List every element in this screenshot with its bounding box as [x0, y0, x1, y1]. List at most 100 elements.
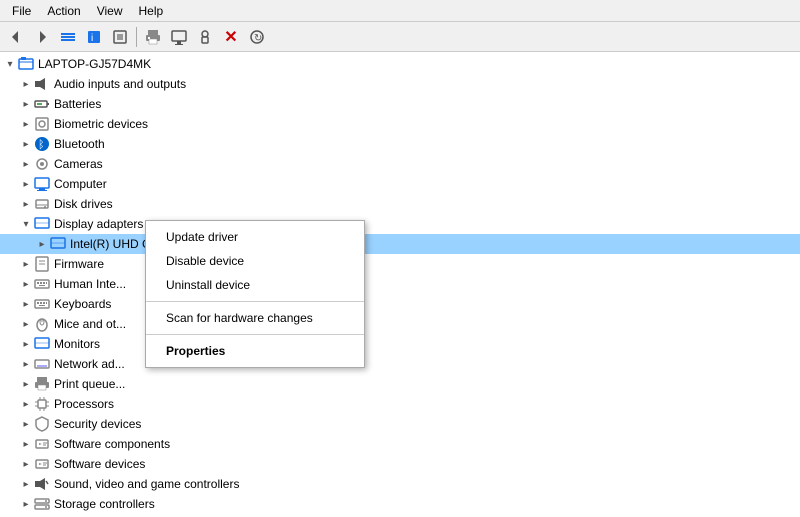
icon-monitors — [34, 336, 50, 352]
toolbar-forward[interactable] — [30, 25, 54, 49]
menu-view[interactable]: View — [89, 2, 131, 20]
tree-item-inteluhd[interactable]: Intel(R) UHD Graphics — [0, 234, 800, 254]
toolbar-box[interactable] — [108, 25, 132, 49]
svg-text:↻: ↻ — [254, 33, 262, 44]
icon-soundvideo — [34, 476, 50, 492]
tree-item-batteries[interactable]: Batteries — [0, 94, 800, 114]
icon-displayadapters — [34, 216, 50, 232]
label-biometric: Biometric devices — [54, 117, 148, 131]
tree-item-humaninte[interactable]: Human Inte... — [0, 274, 800, 294]
icon-cameras — [34, 156, 50, 172]
ctx-item-2[interactable]: Uninstall device — [146, 273, 364, 297]
tree-item-miceand[interactable]: Mice and ot... — [0, 314, 800, 334]
toolbar-print[interactable] — [141, 25, 165, 49]
label-computer: Computer — [54, 177, 107, 191]
tree-item-networkad[interactable]: Network ad... — [0, 354, 800, 374]
ctx-item-0[interactable]: Update driver — [146, 225, 364, 249]
expand-arrow-soundvideo[interactable] — [18, 476, 34, 492]
tree-item-securitydev[interactable]: Security devices — [0, 414, 800, 434]
expand-arrow-diskdrives[interactable] — [18, 196, 34, 212]
tree-item-firmware[interactable]: Firmware — [0, 254, 800, 274]
expand-arrow-softwarecomp[interactable] — [18, 436, 34, 452]
tree-item-bluetooth[interactable]: ᛒ Bluetooth — [0, 134, 800, 154]
label-bluetooth: Bluetooth — [54, 137, 105, 151]
expand-arrow-biometric[interactable] — [18, 116, 34, 132]
toolbar-showhide[interactable] — [56, 25, 80, 49]
expand-arrow-computer[interactable] — [18, 176, 34, 192]
icon-batteries — [34, 96, 50, 112]
label-miceand: Mice and ot... — [54, 317, 126, 331]
expand-arrow-firmware[interactable] — [18, 256, 34, 272]
expand-arrow-printqueue[interactable] — [18, 376, 34, 392]
toolbar-back[interactable] — [4, 25, 28, 49]
label-networkad: Network ad... — [54, 357, 125, 371]
expand-arrow-softwaredev[interactable] — [18, 456, 34, 472]
toolbar-refresh[interactable]: ↻ — [245, 25, 269, 49]
tree-item-softwaredev[interactable]: Software devices — [0, 454, 800, 474]
menu-action[interactable]: Action — [39, 2, 88, 20]
label-diskdrives: Disk drives — [54, 197, 113, 211]
expand-arrow-storagecon[interactable] — [18, 496, 34, 512]
toolbar-update[interactable] — [193, 25, 217, 49]
ctx-separator-3 — [146, 334, 364, 335]
tree-item-softwarecomp[interactable]: Software components — [0, 434, 800, 454]
icon-miceand — [34, 316, 50, 332]
label-processors: Processors — [54, 397, 114, 411]
toolbar-properties-icon[interactable]: i — [82, 25, 106, 49]
tree-item-printqueue[interactable]: Print queue... — [0, 374, 800, 394]
label-softwaredev: Software devices — [54, 457, 145, 471]
label-storagecon: Storage controllers — [54, 497, 155, 511]
icon-securitydev — [34, 416, 50, 432]
expand-arrow-root[interactable] — [2, 56, 18, 72]
toolbar-delete[interactable]: ✕ — [219, 25, 243, 49]
context-menu: Update driverDisable deviceUninstall dev… — [145, 220, 365, 368]
tree-item-displayadapters[interactable]: Display adapters — [0, 214, 800, 234]
label-displayadapters: Display adapters — [54, 217, 143, 231]
icon-processors — [34, 396, 50, 412]
toolbar-monitor[interactable] — [167, 25, 191, 49]
expand-arrow-inteluhd[interactable] — [34, 236, 50, 252]
icon-root — [18, 56, 34, 72]
svg-text:i: i — [91, 33, 93, 44]
expand-arrow-displayadapters[interactable] — [18, 216, 34, 232]
ctx-item-4[interactable]: Properties — [146, 339, 364, 363]
expand-arrow-audio[interactable] — [18, 76, 34, 92]
tree-item-biometric[interactable]: Biometric devices — [0, 114, 800, 134]
label-soundvideo: Sound, video and game controllers — [54, 477, 239, 491]
tree-view[interactable]: LAPTOP-GJ57D4MK Audio inputs and outputs B… — [0, 52, 800, 517]
expand-arrow-humaninte[interactable] — [18, 276, 34, 292]
menu-help[interactable]: Help — [131, 2, 172, 20]
menu-file[interactable]: File — [4, 2, 39, 20]
expand-arrow-cameras[interactable] — [18, 156, 34, 172]
icon-keyboards — [34, 296, 50, 312]
icon-humaninte — [34, 276, 50, 292]
expand-arrow-processors[interactable] — [18, 396, 34, 412]
expand-arrow-keyboards[interactable] — [18, 296, 34, 312]
tree-item-soundvideo[interactable]: Sound, video and game controllers — [0, 474, 800, 494]
label-root: LAPTOP-GJ57D4MK — [38, 57, 151, 71]
tree-item-keyboards[interactable]: Keyboards — [0, 294, 800, 314]
expand-arrow-securitydev[interactable] — [18, 416, 34, 432]
expand-arrow-miceand[interactable] — [18, 316, 34, 332]
tree-item-storagecon[interactable]: Storage controllers — [0, 494, 800, 514]
ctx-item-1[interactable]: Disable device — [146, 249, 364, 273]
label-batteries: Batteries — [54, 97, 101, 111]
ctx-item-3[interactable]: Scan for hardware changes — [146, 306, 364, 330]
tree-item-audio[interactable]: Audio inputs and outputs — [0, 74, 800, 94]
tree-item-cameras[interactable]: Cameras — [0, 154, 800, 174]
expand-arrow-bluetooth[interactable] — [18, 136, 34, 152]
icon-audio — [34, 76, 50, 92]
expand-arrow-batteries[interactable] — [18, 96, 34, 112]
expand-arrow-networkad[interactable] — [18, 356, 34, 372]
tree-item-root[interactable]: LAPTOP-GJ57D4MK — [0, 54, 800, 74]
icon-softwaredev — [34, 456, 50, 472]
expand-arrow-monitors[interactable] — [18, 336, 34, 352]
tree-item-monitors[interactable]: Monitors — [0, 334, 800, 354]
icon-softwarecomp — [34, 436, 50, 452]
icon-bluetooth: ᛒ — [34, 136, 50, 152]
tree-item-processors[interactable]: Processors — [0, 394, 800, 414]
label-keyboards: Keyboards — [54, 297, 111, 311]
tree-item-computer[interactable]: Computer — [0, 174, 800, 194]
tree-item-diskdrives[interactable]: Disk drives — [0, 194, 800, 214]
toolbar: i ✕ ↻ — [0, 22, 800, 52]
